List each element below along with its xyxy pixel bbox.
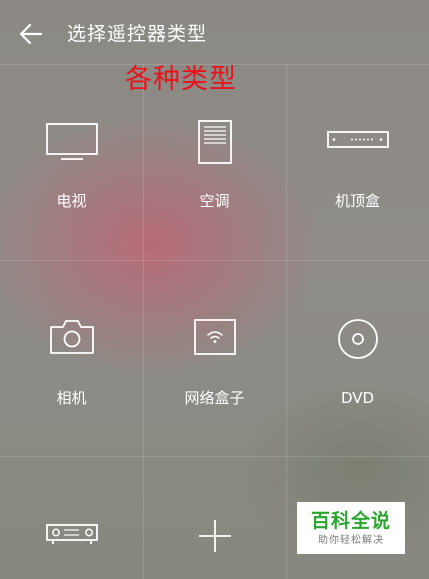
- device-type-set-top-box[interactable]: 机顶盒: [286, 64, 429, 260]
- add-device-button[interactable]: [143, 456, 286, 579]
- plus-icon: [198, 520, 231, 552]
- app-header: 选择遥控器类型: [0, 0, 429, 64]
- device-type-network-box[interactable]: 网络盒子: [143, 260, 286, 456]
- dvd-icon: [337, 319, 378, 359]
- arrow-left-icon[interactable]: [17, 20, 45, 48]
- device-label: 机顶盒: [334, 192, 380, 210]
- page-title: 选择遥控器类型: [67, 23, 208, 45]
- set-top-box-icon: [326, 131, 389, 148]
- watermark-title: 百科全说: [310, 510, 391, 532]
- air-conditioner-icon: [197, 120, 232, 164]
- network-box-icon: [193, 319, 236, 355]
- watermark-subtitle: 助你轻松解决: [318, 535, 384, 546]
- camera-icon: [49, 320, 94, 354]
- device-label: 空调: [199, 192, 230, 210]
- device-label: 相机: [56, 389, 87, 407]
- device-label: 电视: [56, 192, 87, 210]
- device-type-tv[interactable]: 电视: [0, 64, 143, 260]
- device-type-air-conditioner[interactable]: 空调: [143, 64, 286, 260]
- watermark-logo: 百科全说 助你轻松解决: [297, 502, 405, 554]
- device-type-dvd[interactable]: DVD: [286, 260, 429, 456]
- device-label: 网络盒子: [184, 389, 245, 407]
- tv-icon: [45, 123, 98, 160]
- device-type-projector[interactable]: [0, 456, 143, 579]
- projector-icon: [45, 524, 98, 544]
- device-label: DVD: [340, 389, 375, 407]
- device-type-camera[interactable]: 相机: [0, 260, 143, 456]
